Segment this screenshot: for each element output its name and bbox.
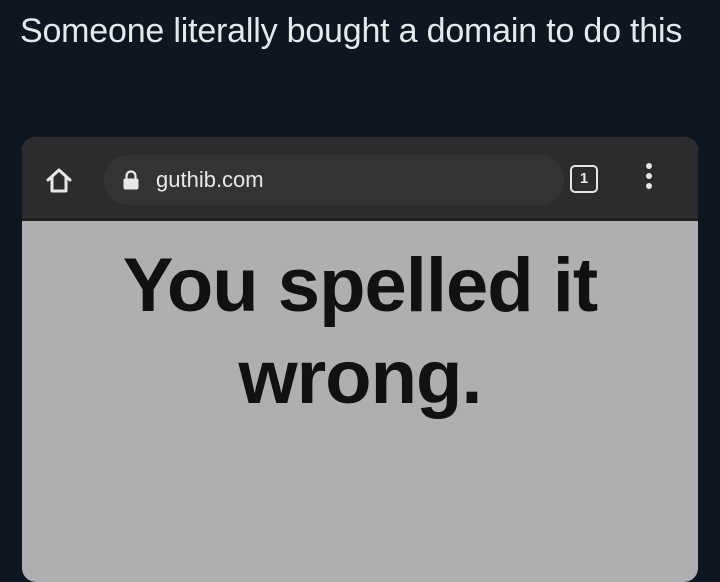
page-heading-line-1: You spelled it <box>122 243 598 328</box>
url-text: guthib.com <box>156 167 264 192</box>
address-bar[interactable]: guthib.com <box>104 155 564 205</box>
post-text: Someone literally bought a domain to do … <box>20 12 683 50</box>
web-page-content: You spelled it wrong. <box>22 224 698 424</box>
page-heading-line-2: wrong. <box>238 335 482 420</box>
page-heading: You spelled it wrong. <box>22 224 698 424</box>
embedded-screenshot[interactable]: guthib.com 1 You spelled it wrong. <box>22 137 698 582</box>
kebab-menu-icon[interactable] <box>642 163 656 195</box>
tabs-counter-icon[interactable]: 1 <box>570 165 598 193</box>
lock-icon <box>122 170 140 190</box>
home-icon[interactable] <box>44 165 74 195</box>
browser-toolbar: guthib.com 1 <box>22 137 698 221</box>
